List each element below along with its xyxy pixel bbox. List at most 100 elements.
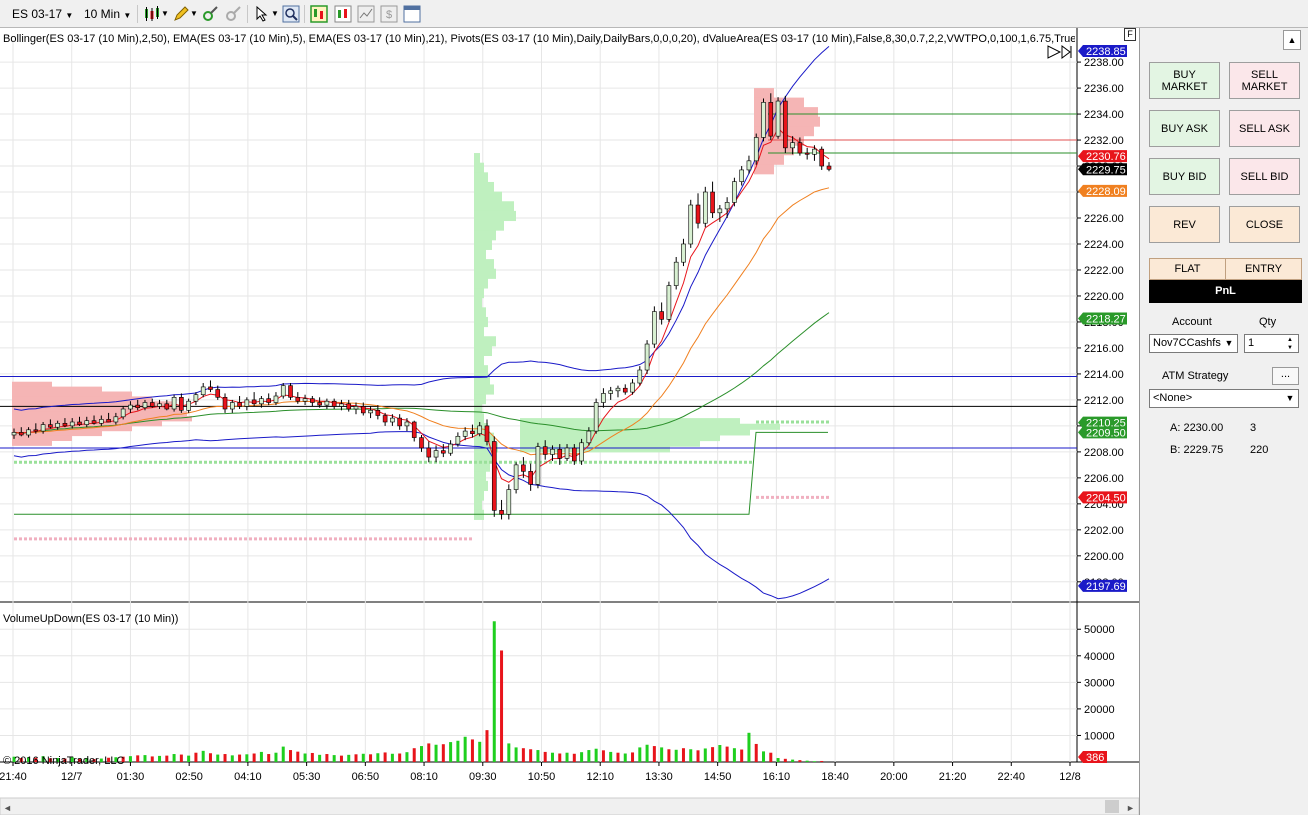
cursor-icon[interactable] bbox=[253, 5, 271, 23]
toolbar-separator bbox=[304, 5, 305, 23]
buy-ask-button[interactable]: BUY ASK bbox=[1149, 110, 1220, 147]
zoom-icon[interactable] bbox=[282, 5, 300, 23]
window-icon[interactable] bbox=[403, 5, 421, 23]
price-tick-label: 2214.00 bbox=[1084, 369, 1124, 381]
candle-body bbox=[491, 441, 497, 511]
candle-body bbox=[193, 394, 199, 402]
time-tick-label: 21:40 bbox=[0, 771, 27, 783]
candle-body bbox=[149, 402, 155, 407]
interval-selector[interactable]: 10 Min ▼ bbox=[84, 4, 131, 24]
price-chart[interactable]: 2238.002236.002234.002232.002230.002228.… bbox=[0, 28, 1139, 815]
magnet-icon[interactable] bbox=[224, 5, 242, 23]
candle-body bbox=[724, 202, 730, 210]
volume-bar bbox=[601, 750, 605, 762]
value-area-profile bbox=[12, 411, 187, 417]
sell-market-button[interactable]: SELL MARKET bbox=[1229, 62, 1300, 99]
candle-body bbox=[33, 429, 39, 432]
chart-area[interactable]: 2238.002236.002234.002232.002230.002228.… bbox=[0, 28, 1139, 815]
atm-strategy-label: ATM Strategy bbox=[1162, 370, 1229, 382]
volume-bar bbox=[238, 754, 242, 762]
value-area-profile bbox=[474, 316, 488, 328]
data-box-icon[interactable] bbox=[357, 5, 375, 23]
volume-bar bbox=[441, 744, 445, 762]
value-area-profile bbox=[12, 401, 172, 407]
chevron-down-icon[interactable]: ▼ bbox=[161, 4, 169, 24]
buy-bid-button[interactable]: BUY BID bbox=[1149, 158, 1220, 195]
instrument-selector[interactable]: ES 03-17 ▼ bbox=[12, 4, 73, 24]
value-area-profile bbox=[12, 391, 132, 397]
qty-stepper[interactable]: 1 ▲ ▼ bbox=[1244, 334, 1299, 353]
f-box[interactable]: F bbox=[1124, 28, 1136, 41]
volume-bar bbox=[245, 754, 249, 762]
stepper-arrows-icon[interactable]: ▲ ▼ bbox=[1282, 335, 1298, 352]
candlestick-icon[interactable] bbox=[143, 5, 161, 23]
candle-body bbox=[339, 403, 344, 407]
candle-body bbox=[171, 397, 177, 410]
price-tick-label: 2208.00 bbox=[1084, 447, 1124, 459]
candle-body bbox=[26, 429, 31, 436]
reverse-button[interactable]: REV bbox=[1149, 206, 1220, 243]
price-tick-label: 2238.00 bbox=[1084, 57, 1124, 69]
value-area-profile bbox=[474, 307, 486, 318]
candle-body bbox=[455, 435, 461, 445]
value-area-profile bbox=[474, 162, 484, 173]
candle-body bbox=[280, 385, 286, 397]
volume-bar bbox=[623, 753, 627, 762]
bid-size: 220 bbox=[1250, 444, 1269, 456]
properties-icon[interactable] bbox=[310, 5, 328, 23]
chart-style-icon[interactable] bbox=[334, 5, 352, 23]
candle-body bbox=[761, 102, 766, 138]
chevron-down-icon[interactable]: ▼ bbox=[190, 4, 198, 24]
qty-label: Qty bbox=[1259, 316, 1277, 328]
entry-button[interactable]: ENTRY bbox=[1225, 258, 1302, 280]
candle-body bbox=[477, 425, 483, 434]
candle-body bbox=[99, 419, 104, 424]
volume-bar bbox=[470, 739, 474, 762]
forward-icon bbox=[1061, 45, 1071, 59]
buy-market-button[interactable]: BUY MARKET bbox=[1149, 62, 1220, 99]
volume-bar bbox=[405, 752, 409, 762]
price-marker-label: 2238.85 bbox=[1086, 46, 1126, 58]
scroll-up-button[interactable]: ▲ bbox=[1283, 30, 1301, 50]
close-button[interactable]: CLOSE bbox=[1229, 206, 1300, 243]
candle-body bbox=[702, 191, 708, 224]
value-area-profile bbox=[474, 384, 494, 395]
candle-body bbox=[586, 430, 592, 444]
candle-body bbox=[659, 311, 664, 320]
flat-button[interactable]: FLAT bbox=[1149, 258, 1226, 280]
volume-bar bbox=[507, 743, 511, 762]
candle-body bbox=[666, 285, 672, 320]
volume-bar bbox=[594, 748, 598, 762]
volume-bar bbox=[230, 755, 234, 762]
sell-bid-button[interactable]: SELL BID bbox=[1229, 158, 1300, 195]
time-tick-label: 08:10 bbox=[410, 771, 438, 783]
volume-bar bbox=[143, 755, 147, 762]
time-tick-label: 16:10 bbox=[763, 771, 791, 783]
ask-price: A: 2230.00 bbox=[1170, 422, 1224, 434]
atm-strategy-more-button[interactable]: ... bbox=[1272, 367, 1299, 385]
candle-body bbox=[644, 343, 650, 371]
candle-body bbox=[346, 403, 352, 410]
volume-bar bbox=[172, 754, 176, 762]
atm-strategy-select[interactable]: <None> ▼ bbox=[1149, 389, 1299, 408]
sell-ask-button[interactable]: SELL ASK bbox=[1229, 110, 1300, 147]
volume-bar bbox=[208, 753, 212, 762]
time-tick-label: 12:10 bbox=[586, 771, 614, 783]
volume-bar bbox=[725, 746, 729, 762]
candle-body bbox=[295, 397, 301, 402]
candle-body bbox=[419, 437, 424, 449]
pencil-icon[interactable] bbox=[172, 5, 190, 23]
candle-body bbox=[18, 432, 24, 436]
price-tick-label: 2236.00 bbox=[1084, 83, 1124, 95]
dollar-icon[interactable]: $ bbox=[380, 5, 398, 23]
value-area-profile bbox=[474, 345, 492, 357]
chevron-down-icon[interactable]: ▼ bbox=[271, 4, 279, 24]
volume-tick-label: 50000 bbox=[1084, 624, 1115, 636]
account-select[interactable]: Nov7CCashfs ▼ bbox=[1149, 334, 1238, 353]
volume-bar bbox=[609, 751, 613, 762]
candle-body bbox=[732, 181, 737, 203]
candle-body bbox=[557, 448, 563, 459]
value-area-profile bbox=[474, 355, 484, 366]
crosshair-icon[interactable] bbox=[201, 5, 219, 23]
value-area-profile bbox=[474, 259, 494, 270]
